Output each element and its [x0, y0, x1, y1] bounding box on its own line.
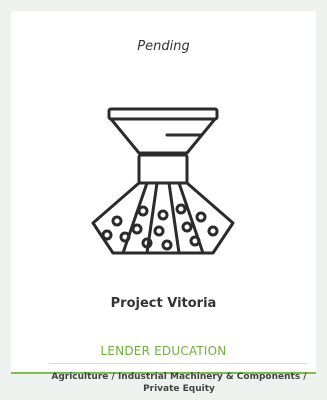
- divider: [49, 363, 307, 364]
- industries-text: Agriculture / Industrial Machinery & Com…: [51, 372, 307, 394]
- status-label: Pending: [137, 39, 190, 54]
- project-title[interactable]: Project Vitoria: [11, 296, 316, 311]
- category-label: LENDER EDUCATION: [100, 344, 227, 358]
- project-card[interactable]: Pending Project Vitoria LENDER EDUCATION…: [11, 11, 316, 394]
- spray-nozzle-icon: [83, 103, 243, 263]
